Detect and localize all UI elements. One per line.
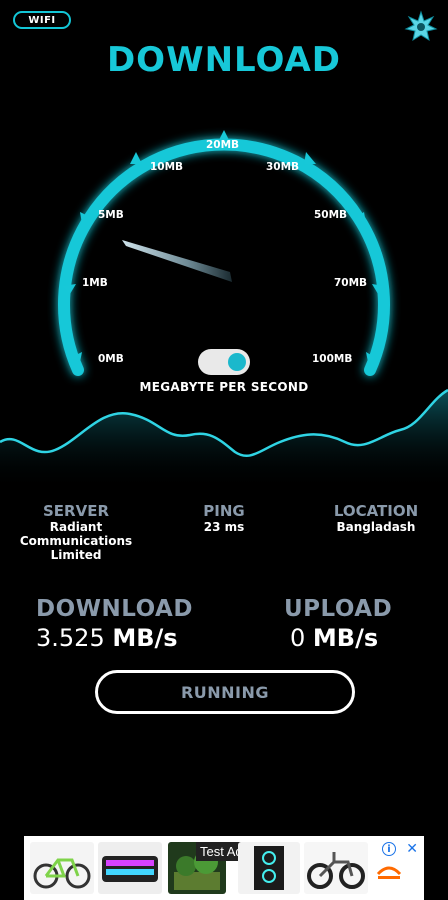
upload-speed-unit: MB/s: [312, 624, 379, 652]
toggle-knob: [228, 353, 246, 371]
gauge-label-20mb: 20MB: [206, 139, 239, 151]
upload-heading: UPLOAD: [284, 596, 393, 622]
ping-unit: ms: [224, 520, 245, 534]
location-heading: LOCATION: [333, 502, 419, 520]
gauge-label-30mb: 30MB: [266, 161, 299, 173]
server-heading: SERVER: [42, 502, 109, 520]
gauge-arc: [58, 138, 390, 376]
download-speed-unit: MB/s: [112, 624, 178, 652]
gauge-label-5mb: 5MB: [98, 209, 124, 221]
running-button[interactable]: RUNNING: [95, 670, 355, 714]
ping-number: 23: [203, 520, 221, 534]
settings-icon[interactable]: [404, 10, 438, 44]
upload-speed: 0 MB/s: [290, 624, 378, 652]
ad-image-ebike[interactable]: [304, 842, 368, 894]
page-title: DOWNLOAD: [106, 40, 342, 80]
upload-speed-value: 0: [290, 624, 306, 652]
ad-banner[interactable]: Test Ad i ✕: [24, 836, 424, 900]
ad-close-icon[interactable]: ✕: [406, 841, 418, 857]
ping-value: 23 ms: [184, 520, 264, 534]
server-name-line3: Limited: [50, 548, 102, 562]
network-type-badge: WIFI: [13, 11, 71, 29]
gauge-label-100mb: 100MB: [312, 353, 352, 365]
unit-toggle[interactable]: [198, 349, 250, 375]
ping-info: PING 23 ms: [184, 502, 264, 534]
ad-brand-logo[interactable]: [374, 860, 404, 882]
ad-image-keyboard[interactable]: [98, 842, 162, 894]
download-speed: 3.525 MB/s: [36, 624, 178, 652]
gauge-ticks: [62, 130, 384, 362]
download-speed-value: 3.525: [36, 624, 105, 652]
ping-heading: PING: [203, 502, 245, 520]
download-heading: DOWNLOAD: [36, 596, 193, 622]
speed-wave: [0, 388, 448, 490]
server-info: SERVER Radiant Communications Limited: [12, 502, 140, 562]
gauge-label-0mb: 0MB: [98, 353, 124, 365]
gauge-label-50mb: 50MB: [314, 209, 347, 221]
gauge-label-10mb: 10MB: [150, 161, 183, 173]
gauge-needle: [122, 240, 232, 282]
ad-image-bicycle[interactable]: [30, 842, 94, 894]
location-info: LOCATION Bangladash: [316, 502, 436, 534]
server-name-line2: Communications: [19, 534, 133, 548]
gauge-label-1mb: 1MB: [82, 277, 108, 289]
server-name-line1: Radiant: [49, 520, 103, 534]
location-value: Bangladash: [336, 520, 416, 534]
ad-info-icon[interactable]: i: [382, 842, 396, 856]
gauge-label-70mb: 70MB: [334, 277, 367, 289]
ad-image-pc-case[interactable]: [238, 842, 300, 894]
